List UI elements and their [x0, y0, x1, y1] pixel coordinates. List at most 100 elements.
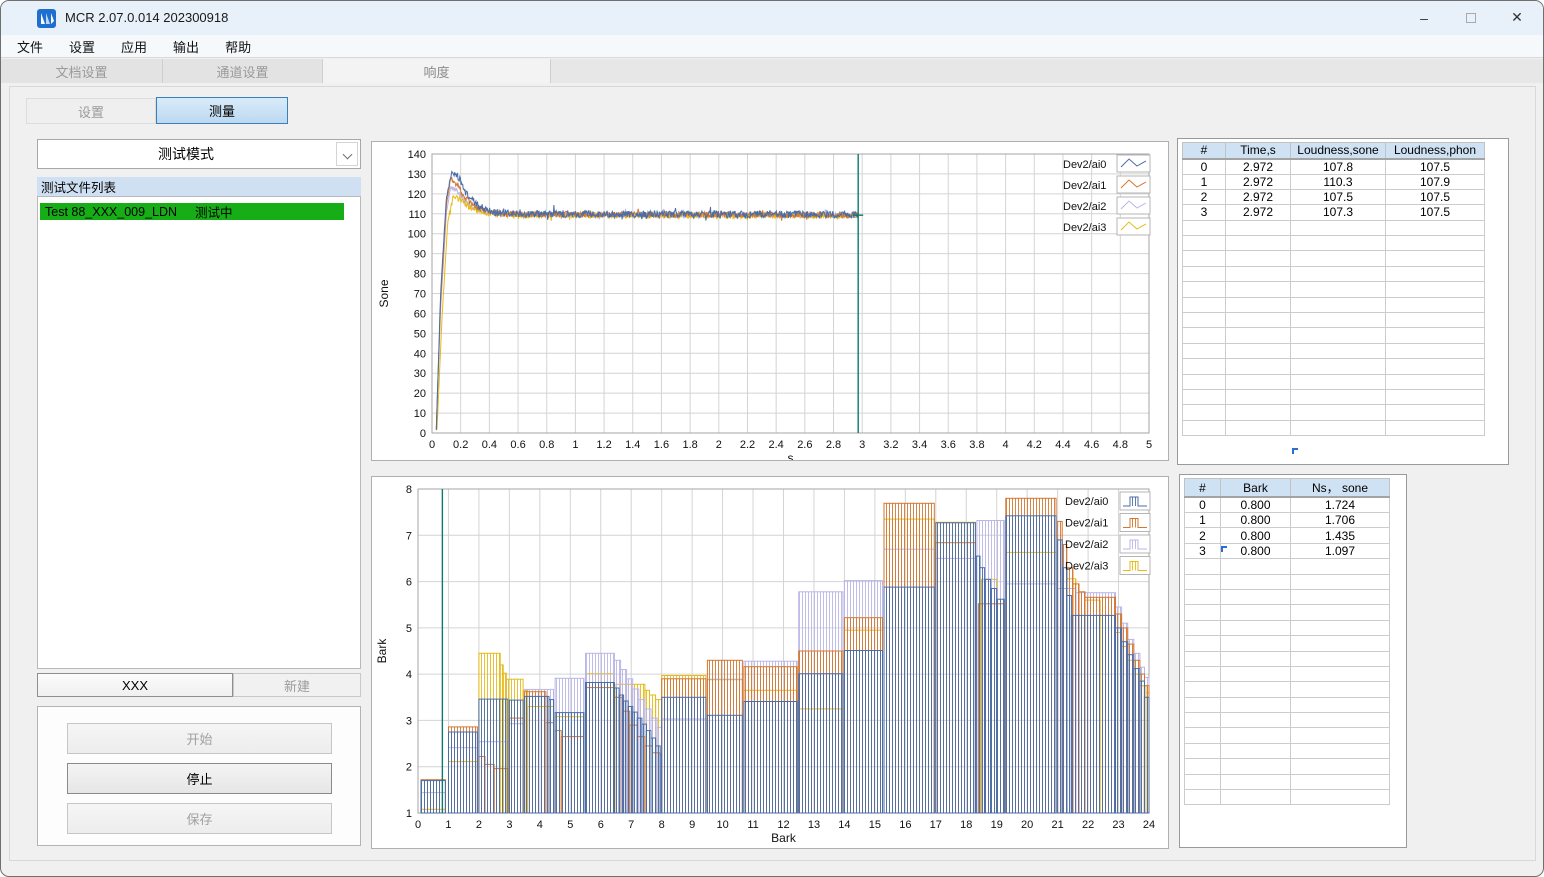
- table-cell[interactable]: [1290, 312, 1386, 329]
- table-cell[interactable]: [1182, 404, 1226, 421]
- table-cell[interactable]: 0: [1184, 496, 1221, 513]
- table-cell[interactable]: [1184, 604, 1221, 621]
- table-cell[interactable]: 110.3: [1290, 173, 1386, 190]
- table-cell[interactable]: 1.706: [1290, 511, 1390, 529]
- table-cell[interactable]: [1182, 250, 1226, 267]
- table-cell[interactable]: [1290, 250, 1386, 267]
- table-cell[interactable]: [1184, 588, 1221, 606]
- table-cell[interactable]: [1290, 742, 1390, 760]
- chevron-down-icon[interactable]: [336, 142, 358, 166]
- menu-file[interactable]: 文件: [13, 37, 47, 56]
- table-cell[interactable]: [1290, 296, 1386, 314]
- table-cell[interactable]: [1220, 604, 1291, 621]
- subtab-measure[interactable]: 测量: [156, 97, 288, 124]
- table-row[interactable]: [1184, 650, 1390, 667]
- table-cell[interactable]: 1.097: [1290, 542, 1390, 560]
- table-cell[interactable]: 107.9: [1385, 173, 1485, 190]
- table-cell[interactable]: [1225, 342, 1291, 360]
- table-row[interactable]: [1184, 604, 1390, 621]
- table-row[interactable]: [1182, 388, 1485, 406]
- table-row[interactable]: [1182, 312, 1485, 329]
- table-cell[interactable]: [1182, 419, 1226, 437]
- table-cell[interactable]: [1184, 635, 1221, 652]
- table-cell[interactable]: 107.5: [1385, 204, 1485, 221]
- table-cell[interactable]: 107.5: [1385, 188, 1485, 206]
- table-cell[interactable]: [1385, 265, 1485, 283]
- stop-button[interactable]: 停止: [67, 763, 332, 794]
- table-row[interactable]: [1184, 758, 1390, 775]
- table-cell[interactable]: [1184, 619, 1221, 637]
- table-cell[interactable]: [1385, 250, 1485, 267]
- table-cell[interactable]: [1290, 281, 1386, 298]
- table-row[interactable]: [1184, 588, 1390, 606]
- table-cell[interactable]: [1290, 265, 1386, 283]
- table-cell[interactable]: [1385, 281, 1485, 298]
- table-cell[interactable]: [1220, 573, 1291, 590]
- table-cell[interactable]: [1290, 327, 1386, 344]
- table-cell[interactable]: [1220, 789, 1291, 806]
- table-cell[interactable]: [1220, 758, 1291, 775]
- table-cell[interactable]: [1220, 773, 1291, 791]
- legend-label[interactable]: Dev2/ai1: [1065, 518, 1108, 530]
- legend-label[interactable]: Dev2/ai3: [1065, 561, 1108, 573]
- table-cell[interactable]: [1184, 681, 1221, 698]
- table-cell[interactable]: [1290, 619, 1390, 637]
- table-cell[interactable]: [1225, 265, 1291, 283]
- table-row[interactable]: [1182, 419, 1485, 437]
- test-mode-dropdown[interactable]: 测试模式: [37, 139, 361, 169]
- menu-help[interactable]: 帮助: [221, 37, 255, 56]
- table-cell[interactable]: [1182, 388, 1226, 406]
- table-cell[interactable]: 2: [1182, 188, 1226, 206]
- table-cell[interactable]: [1385, 404, 1485, 421]
- table-cell[interactable]: [1290, 342, 1386, 360]
- legend-label[interactable]: Dev2/ai0: [1065, 496, 1108, 508]
- minimize-button[interactable]: –: [1401, 1, 1447, 34]
- table-row[interactable]: 0 2.972 107.8 107.5: [1182, 158, 1485, 175]
- table-cell[interactable]: 0.800: [1220, 542, 1291, 560]
- table-cell[interactable]: [1290, 604, 1390, 621]
- table-cell[interactable]: 0.800: [1220, 511, 1291, 529]
- table-cell[interactable]: 2.972: [1225, 173, 1291, 190]
- table-cell[interactable]: [1290, 635, 1390, 652]
- xxx-button[interactable]: XXX: [37, 673, 233, 697]
- table-row[interactable]: [1182, 327, 1485, 344]
- table-cell[interactable]: 0.800: [1220, 496, 1291, 513]
- table-row[interactable]: 1 0.800 1.706: [1184, 511, 1390, 529]
- table-row[interactable]: [1182, 373, 1485, 390]
- table-cell[interactable]: [1290, 650, 1390, 667]
- table-cell[interactable]: [1290, 373, 1386, 390]
- table-row[interactable]: [1182, 250, 1485, 267]
- table-cell[interactable]: [1290, 235, 1386, 252]
- start-button[interactable]: 开始: [67, 723, 332, 754]
- table-cell[interactable]: 1: [1182, 173, 1226, 190]
- table-cell[interactable]: [1220, 619, 1291, 637]
- table-row[interactable]: [1182, 404, 1485, 421]
- table-cell[interactable]: 2.972: [1225, 204, 1291, 221]
- table-cell[interactable]: 2: [1184, 527, 1221, 544]
- table-cell[interactable]: 1: [1184, 511, 1221, 529]
- table-cell[interactable]: [1385, 358, 1485, 375]
- table-row[interactable]: [1184, 712, 1390, 729]
- test-file-listbox[interactable]: Test 88_XXX_009_LDN 测试中: [37, 196, 361, 669]
- table-cell[interactable]: 2.972: [1225, 158, 1291, 175]
- table-cell[interactable]: [1290, 388, 1386, 406]
- legend-label[interactable]: Dev2/ai2: [1063, 201, 1106, 213]
- table-row[interactable]: 1 2.972 110.3 107.9: [1182, 173, 1485, 190]
- table-row[interactable]: [1182, 358, 1485, 375]
- table-cell[interactable]: [1385, 312, 1485, 329]
- table-cell[interactable]: [1184, 665, 1221, 683]
- table-row[interactable]: [1182, 281, 1485, 298]
- tab-document-settings[interactable]: 文档设置: [1, 59, 163, 83]
- list-item[interactable]: Test 88_XXX_009_LDN 测试中: [40, 203, 344, 220]
- legend-label[interactable]: Dev2/ai0: [1063, 159, 1106, 171]
- table-cell[interactable]: 107.3: [1290, 204, 1386, 221]
- table-cell[interactable]: [1225, 388, 1291, 406]
- table-cell[interactable]: 2.972: [1225, 188, 1291, 206]
- table-cell[interactable]: 1.724: [1290, 496, 1390, 513]
- maximize-button[interactable]: [1448, 1, 1494, 34]
- table-cell[interactable]: [1290, 558, 1390, 575]
- table-cell[interactable]: [1184, 789, 1221, 806]
- table-cell[interactable]: [1385, 373, 1485, 390]
- legend-label[interactable]: Dev2/ai2: [1065, 539, 1108, 551]
- table-cell[interactable]: 0.800: [1220, 527, 1291, 544]
